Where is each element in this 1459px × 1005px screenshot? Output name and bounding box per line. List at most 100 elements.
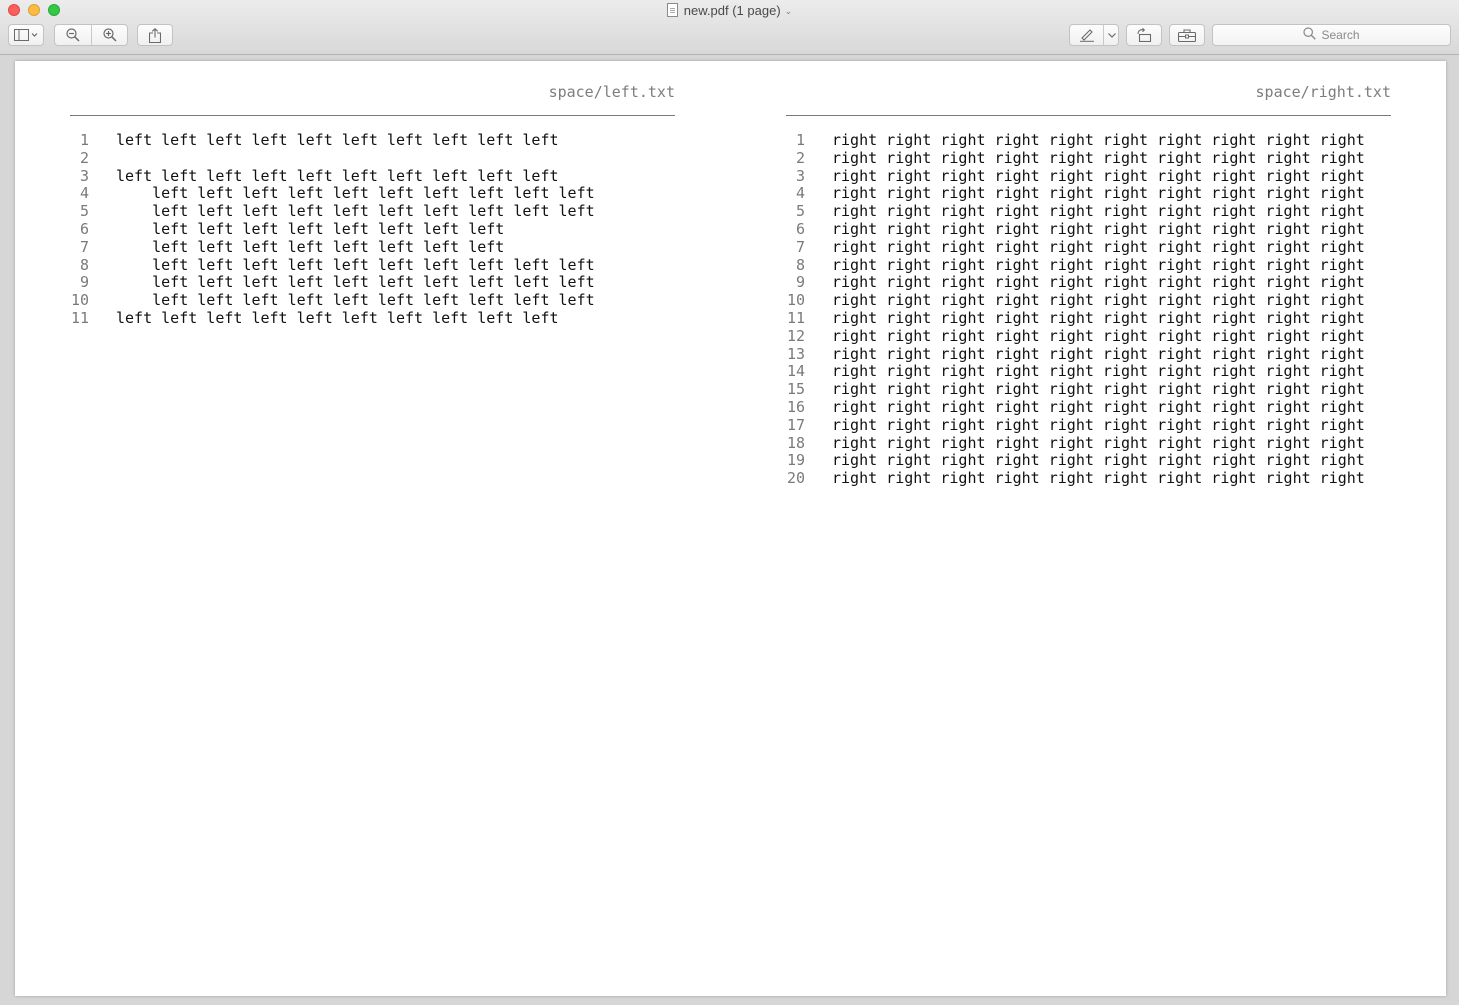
zoom-button-group (54, 24, 128, 46)
line-number: 8 (795, 255, 805, 274)
code-line: 10 left left left left left left left le… (70, 291, 595, 310)
code-line: 9 right right right right right right rig… (786, 274, 1365, 292)
line-text: left left left left left left left left … (116, 273, 595, 292)
line-number: 20 (786, 469, 805, 488)
markup-button[interactable] (1070, 25, 1103, 45)
zoom-out-button[interactable] (55, 25, 91, 45)
code-line: 19 right right right right right right ri… (786, 452, 1365, 470)
line-text: left left left left left left left left … (116, 184, 595, 203)
rotate-button[interactable] (1126, 24, 1162, 46)
line-number: 11 (70, 308, 89, 327)
window-title-text: new.pdf (1 page) (683, 3, 781, 18)
code-line: 7 right right right right right right rig… (786, 237, 1365, 257)
sidebar-view-button[interactable] (8, 24, 44, 46)
line-text: right right right right right right righ… (832, 469, 1365, 488)
pdf-page: space/left.txt 1 left left left left left… (15, 61, 1446, 996)
search-icon (1303, 27, 1317, 43)
chevron-down-icon: ⌄ (784, 6, 793, 16)
code-line: 2 right right right right right right rig… (786, 148, 1365, 168)
share-button[interactable] (137, 24, 173, 46)
code-line: 16 right right right right right right ri… (786, 397, 1365, 417)
markup-options-button[interactable] (1104, 25, 1119, 45)
line-text: right right right right right right righ… (832, 362, 1365, 381)
line-text: left left left left left left left left … (116, 308, 559, 327)
line-text: left left left left left left left left … (116, 202, 595, 221)
line-number: 11 (786, 308, 805, 327)
window-title[interactable]: new.pdf (1 page) ⌄ (0, 3, 1459, 19)
code-line: 18 right right right right right right ri… (786, 434, 1365, 453)
code-line: 3 left left left left left left left left… (70, 166, 595, 186)
code-line: 4 left left left left left left left lef… (70, 185, 595, 203)
line-number: 6 (79, 219, 89, 238)
document-icon (666, 3, 678, 17)
code-line: 1 left left left left left left left left… (70, 131, 595, 150)
code-line: 20 right right right right right right ri… (786, 469, 1365, 488)
zoom-in-button[interactable] (92, 25, 128, 45)
code-line: 13 right right right right right right ri… (786, 344, 1365, 364)
toolbox-icon (1178, 28, 1196, 42)
left-header-divider (70, 115, 675, 116)
code-line: 6 right right right right right right rig… (786, 219, 1365, 239)
code-line: 1 right right right right right right rig… (786, 131, 1365, 150)
line-number: 7 (795, 237, 805, 256)
zoom-out-icon (66, 28, 80, 42)
line-text: right right right right right right righ… (832, 184, 1365, 203)
code-line: 5 left left left left left left left lef… (70, 202, 595, 221)
search-placeholder: Search (1303, 27, 1360, 43)
code-line: 7 left left left left left left left lef… (70, 237, 595, 257)
line-text: right right right right right right righ… (832, 326, 1365, 345)
line-number: 6 (795, 219, 805, 238)
line-text: left left left left left left left left … (116, 166, 559, 185)
line-number: 3 (795, 166, 805, 185)
line-text: left left left left left left left left … (116, 131, 559, 149)
line-number: 2 (79, 148, 89, 167)
line-text: left left left left left left left left … (116, 255, 595, 274)
line-text: right right right right right right righ… (832, 397, 1365, 416)
rotate-icon (1136, 28, 1152, 42)
line-text: right right right right right right righ… (832, 166, 1365, 185)
line-number: 7 (79, 237, 89, 256)
line-number: 1 (795, 131, 805, 149)
line-number: 5 (79, 202, 89, 221)
code-line: 5 right right right right right right rig… (786, 202, 1365, 221)
line-text: right right right right right right righ… (832, 380, 1365, 399)
line-text: right right right right right right righ… (832, 291, 1365, 310)
code-line: 12 right right right right right right ri… (786, 326, 1365, 346)
code-line: 17 right right right right right right ri… (786, 415, 1365, 435)
line-number: 10 (786, 291, 805, 310)
share-icon (149, 27, 161, 43)
code-line: 2 (70, 148, 595, 168)
zoom-in-icon (103, 28, 117, 42)
line-text: right right right right right right righ… (832, 202, 1365, 221)
right-header-divider (786, 115, 1391, 116)
line-number: 2 (795, 148, 805, 167)
code-line: 14 right right right right right right ri… (786, 363, 1365, 381)
line-text: right right right right right right righ… (832, 273, 1365, 292)
search-field[interactable]: Search (1212, 24, 1451, 46)
code-line: 10 right right right right right right ri… (786, 291, 1365, 310)
code-line: 15 right right right right right right ri… (786, 380, 1365, 399)
line-number: 5 (795, 202, 805, 221)
left-file-name: space/left.txt (548, 83, 675, 101)
line-text: right right right right right right righ… (832, 219, 1365, 238)
right-file-name: space/right.txt (1255, 83, 1391, 101)
line-number: 4 (79, 184, 89, 203)
code-line: 8 right right right right right right rig… (786, 255, 1365, 275)
title-bar: new.pdf (1 page) ⌄ Search (0, 0, 1459, 55)
line-number: 8 (79, 255, 89, 274)
markup-button-group (1069, 24, 1119, 46)
line-number: 19 (786, 451, 805, 470)
line-number: 13 (786, 344, 805, 363)
code-line: 11 left left left left left left left lef… (70, 308, 595, 328)
line-text: right right right right right right righ… (832, 344, 1365, 363)
line-text: left left left left left left left left (116, 219, 505, 238)
line-number: 4 (795, 184, 805, 203)
markup-toolbar-button[interactable] (1169, 24, 1205, 46)
line-number: 9 (79, 273, 89, 292)
code-line: 11 right right right right right right ri… (786, 308, 1365, 328)
line-text: right right right right right right righ… (832, 308, 1365, 327)
line-number: 17 (786, 415, 805, 434)
line-text: right right right right right right righ… (832, 237, 1365, 256)
preview-window: new.pdf (1 page) ⌄ Search space/left.txt… (0, 0, 1459, 1005)
line-number: 16 (786, 397, 805, 416)
